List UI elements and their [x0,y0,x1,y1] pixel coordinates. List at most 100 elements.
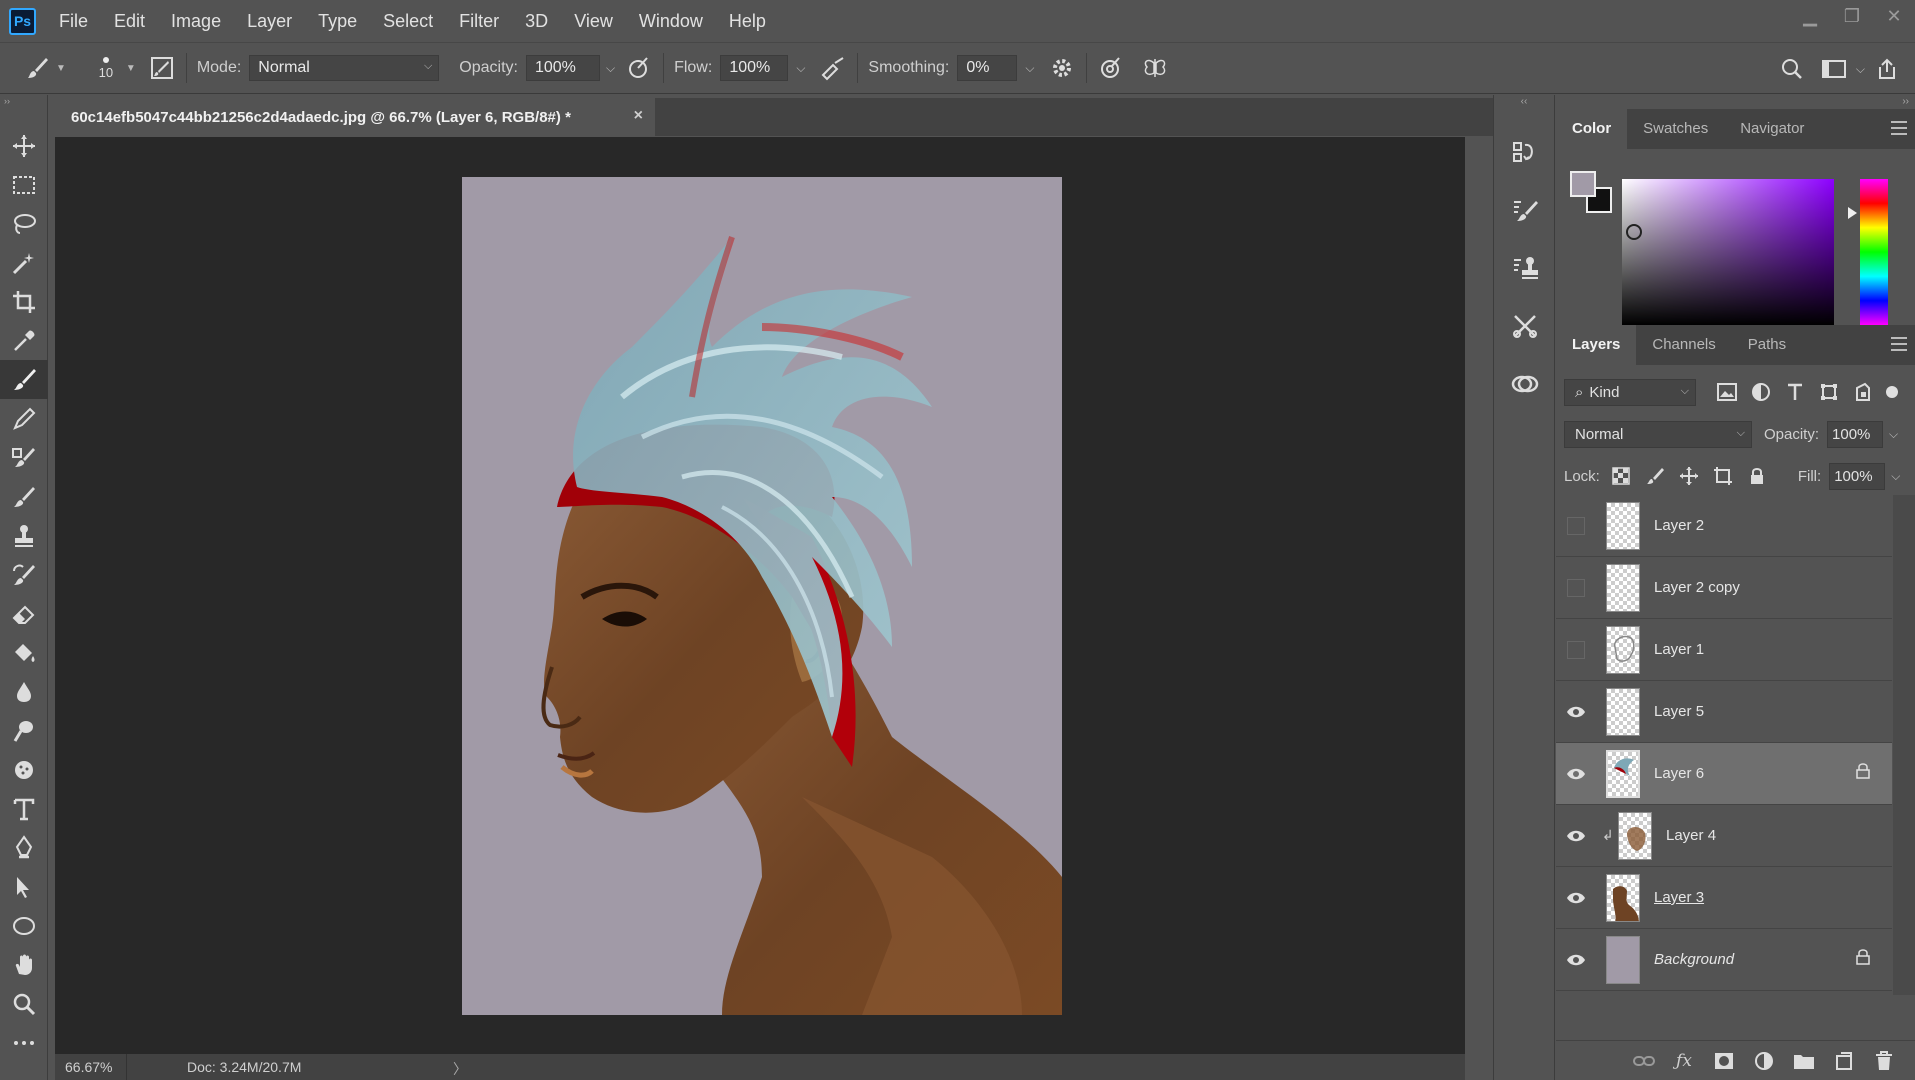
layer-row-layer-4[interactable]: ↲ Layer 4 [1556,805,1892,867]
opacity-field[interactable]: 100% [525,55,600,81]
filter-pixel-icon[interactable] [1710,377,1744,407]
ellipse-tool-icon[interactable] [0,906,48,945]
visibility-toggle[interactable] [1556,867,1596,929]
crop-tool-icon[interactable] [0,282,48,321]
menu-filter[interactable]: Filter [446,0,512,42]
menu-type[interactable]: Type [305,0,370,42]
add-mask-icon[interactable] [1711,1048,1737,1074]
hand-tool-icon[interactable] [0,945,48,984]
search-icon[interactable] [1778,55,1806,83]
visibility-toggle[interactable] [1556,929,1596,991]
filter-type-icon[interactable] [1778,377,1812,407]
menu-layer[interactable]: Layer [234,0,305,42]
chevron-down-icon[interactable]: ▼ [56,63,66,74]
gear-icon[interactable] [1048,54,1076,82]
tool-presets-icon[interactable] [1494,297,1556,355]
tab-layers[interactable]: Layers [1556,325,1637,365]
pencil-tool-icon[interactable] [0,399,48,438]
visibility-toggle[interactable] [1556,681,1596,743]
chevron-down-icon[interactable]: ⌵ [1856,62,1865,77]
fx-icon[interactable]: ƒx [1671,1048,1697,1074]
eraser-tool-icon[interactable] [0,594,48,633]
kind-filter-select[interactable]: ⌕ Kind ⌵ [1564,378,1696,406]
restore-icon[interactable]: ❐ [1831,0,1873,32]
history-panel-icon[interactable] [1494,123,1556,181]
mixer-brush-tool-icon[interactable] [0,477,48,516]
filter-toggle-icon[interactable] [1886,386,1898,398]
magic-wand-tool-icon[interactable] [0,243,48,282]
expand-toolbar-icon[interactable]: ›› [0,95,47,107]
tab-color[interactable]: Color [1556,109,1628,149]
panel-menu-icon[interactable] [1891,337,1907,351]
canvas-area[interactable] [55,137,1465,1054]
chevron-down-icon[interactable]: ⌵ [1025,61,1034,76]
paint-bucket-tool-icon[interactable] [0,633,48,672]
menu-3d[interactable]: 3D [512,0,561,42]
fill-field[interactable]: 100% [1829,462,1886,490]
chevron-down-icon[interactable]: ⌵ [606,61,615,76]
layer-row-layer-3[interactable]: Layer 3 [1556,867,1892,929]
type-tool-icon[interactable] [0,789,48,828]
dodge-tool-icon[interactable] [0,711,48,750]
layer-row-layer-6[interactable]: Layer 6 [1556,743,1892,805]
chevron-right-icon[interactable]: 〉 [453,1059,467,1079]
tab-swatches[interactable]: Swatches [1627,109,1724,149]
menu-select[interactable]: Select [370,0,446,42]
hue-slider[interactable] [1860,179,1888,325]
minimize-icon[interactable]: ▁ [1789,0,1831,32]
marquee-tool-icon[interactable] [0,165,48,204]
layers-scrollbar[interactable] [1893,495,1915,995]
new-group-icon[interactable] [1791,1048,1817,1074]
visibility-toggle[interactable] [1556,805,1596,867]
color-picker-cursor[interactable] [1626,224,1642,240]
brush-size-picker[interactable]: 10 [94,56,118,80]
hue-slider-marker[interactable] [1848,207,1857,219]
lock-position-icon[interactable] [1672,461,1706,491]
lock-artboard-icon[interactable] [1706,461,1740,491]
collapse-icon[interactable]: ›› [1556,95,1915,109]
brush-settings-icon[interactable] [1494,181,1556,239]
history-brush-tool-icon[interactable] [0,555,48,594]
move-tool-icon[interactable] [0,126,48,165]
healing-brush-tool-icon[interactable] [0,438,48,477]
clone-source-icon[interactable] [1494,239,1556,297]
share-icon[interactable] [1873,55,1901,83]
mode-select[interactable]: Normal ⌵ [249,55,440,81]
flow-field[interactable]: 100% [720,55,789,81]
brush-tool-icon[interactable] [0,360,48,399]
filter-shape-icon[interactable] [1812,377,1846,407]
lasso-tool-icon[interactable] [0,204,48,243]
document-tab[interactable]: 60c14efb5047c44bb21256c2d4adaedc.jpg @ 6… [55,98,655,136]
delete-layer-icon[interactable] [1871,1048,1897,1074]
path-selection-tool-icon[interactable] [0,867,48,906]
libraries-icon[interactable] [1494,355,1556,413]
close-icon[interactable]: × [634,107,643,125]
visibility-toggle[interactable] [1556,743,1596,805]
visibility-toggle[interactable] [1556,619,1596,681]
stamp-tool-icon[interactable] [0,516,48,555]
filter-adjustment-icon[interactable] [1744,377,1778,407]
chevron-down-icon[interactable]: ⌵ [1891,469,1900,484]
menu-edit[interactable]: Edit [101,0,158,42]
layer-row-layer-2[interactable]: Layer 2 [1556,495,1892,557]
brush-preset-icon[interactable] [24,54,52,82]
new-layer-icon[interactable] [1831,1048,1857,1074]
brush-settings-panel-icon[interactable] [148,54,176,82]
color-picker-field[interactable] [1622,179,1834,325]
chevron-down-icon[interactable]: ▼ [126,63,136,74]
visibility-toggle[interactable] [1556,495,1596,557]
adjustment-layer-icon[interactable] [1751,1048,1777,1074]
layer-row-layer-2-copy[interactable]: Layer 2 copy [1556,557,1892,619]
close-icon[interactable]: ✕ [1873,0,1915,32]
menu-view[interactable]: View [561,0,626,42]
menu-window[interactable]: Window [626,0,716,42]
more-tools-icon[interactable] [0,1023,48,1062]
panel-menu-icon[interactable] [1891,121,1907,135]
menu-help[interactable]: Help [716,0,779,42]
zoom-tool-icon[interactable] [0,984,48,1023]
layer-row-layer-5[interactable]: Layer 5 [1556,681,1892,743]
chevron-down-icon[interactable]: ⌵ [796,61,805,76]
tab-channels[interactable]: Channels [1636,325,1731,365]
pressure-size-icon[interactable] [1097,54,1125,82]
lock-all-icon[interactable] [1740,461,1774,491]
